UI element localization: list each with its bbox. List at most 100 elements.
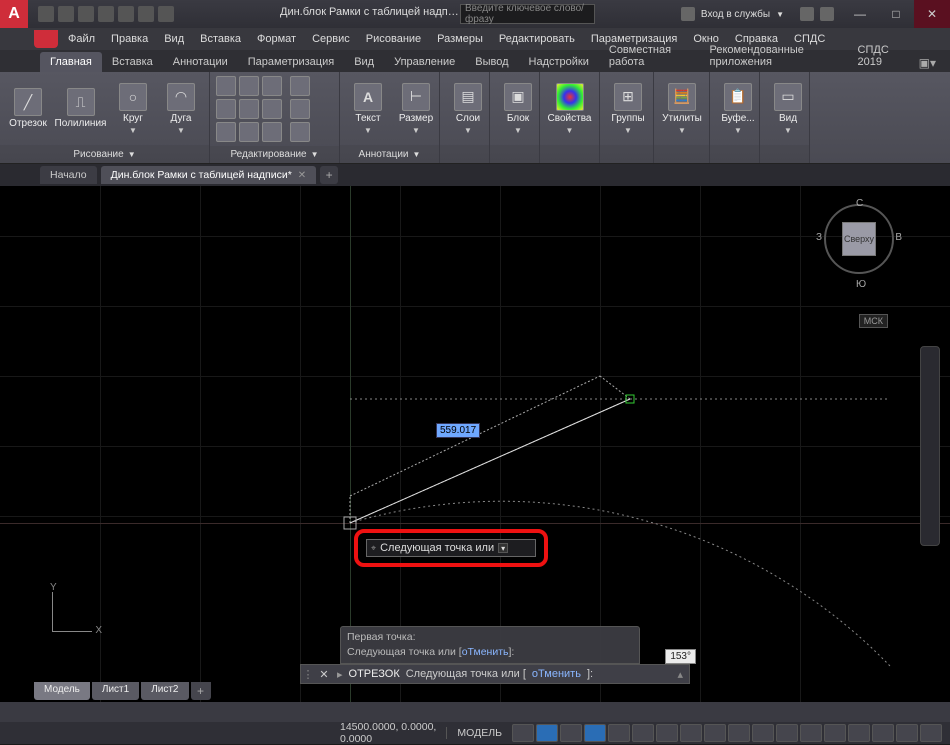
tool-explode-icon[interactable] (290, 99, 310, 119)
qat-plot-icon[interactable] (118, 6, 134, 22)
otrack-toggle-icon[interactable] (632, 724, 654, 742)
tool-copy-icon[interactable] (216, 99, 236, 119)
tool-move-icon[interactable] (216, 76, 236, 96)
tool-scale-icon[interactable] (239, 122, 259, 142)
tool-text-button[interactable]: AТекст▼ (346, 81, 390, 137)
help-icon[interactable] (820, 7, 834, 21)
navigation-bar[interactable] (920, 346, 940, 546)
polar-toggle-icon[interactable] (584, 724, 606, 742)
hardware-accel-icon[interactable] (872, 724, 894, 742)
panel-title-modify[interactable]: Редактирование▼ (210, 146, 339, 163)
tool-mirror-icon[interactable] (239, 99, 259, 119)
tool-groups-button[interactable]: ⊞Группы▼ (606, 81, 650, 137)
layout-tab-model[interactable]: Модель (34, 682, 90, 700)
menu-format[interactable]: Формат (249, 30, 304, 48)
dynamic-input[interactable]: ⌖ Следующая точка или ▾ (366, 539, 536, 557)
menu-insert[interactable]: Вставка (192, 30, 249, 48)
ribbon-tab-view[interactable]: Вид (344, 52, 384, 72)
tool-arc-button[interactable]: ◠Дуга▼ (159, 81, 203, 137)
grid-toggle-icon[interactable] (512, 724, 534, 742)
osnap-toggle-icon[interactable] (608, 724, 630, 742)
tool-fillet-icon[interactable] (262, 99, 282, 119)
drag-handle-icon[interactable]: ⋮ (301, 668, 315, 681)
tool-erase-icon[interactable] (290, 76, 310, 96)
lineweight-toggle-icon[interactable] (656, 724, 678, 742)
sign-in-button[interactable]: Вход в службы ▼ (673, 7, 792, 21)
qat-saveas-icon[interactable] (98, 6, 114, 22)
ribbon-tab-addins[interactable]: Надстройки (519, 52, 599, 72)
menu-modify[interactable]: Редактировать (491, 30, 583, 48)
maximize-button[interactable]: □ (878, 0, 914, 28)
command-history[interactable]: Первая точка: Следующая точка или [оТмен… (340, 626, 640, 664)
ribbon-tab-insert[interactable]: Вставка (102, 52, 163, 72)
menu-edit[interactable]: Правка (103, 30, 156, 48)
ribbon-tab-param[interactable]: Параметризация (238, 52, 344, 72)
ribbon-tab-output[interactable]: Вывод (465, 52, 518, 72)
ucs-icon[interactable]: Y X (42, 582, 102, 642)
app-icon[interactable]: A (0, 0, 28, 28)
workspace-icon[interactable] (752, 724, 774, 742)
close-cmd-icon[interactable]: ✕ (315, 668, 333, 681)
drawing-canvas[interactable]: /* grid drawn via JS below would be heav… (0, 186, 950, 702)
view-cube[interactable]: Сверху С Ю З В (824, 204, 894, 274)
tool-properties-button[interactable]: Свойства▼ (546, 81, 593, 137)
menu-tools[interactable]: Сервис (304, 30, 358, 48)
close-icon[interactable]: ✕ (298, 170, 306, 181)
annoscale-icon[interactable] (728, 724, 750, 742)
units-icon[interactable] (800, 724, 822, 742)
doc-tab-current[interactable]: Дин.блок Рамки с таблицей надписи*✕ (101, 166, 317, 184)
coordinates-readout[interactable]: 14500.0000, 0.0000, 0.0000 (0, 721, 446, 745)
ribbon-collapse-button[interactable]: ▣▾ (915, 54, 940, 72)
transparency-toggle-icon[interactable] (680, 724, 702, 742)
recent-commands-icon[interactable]: ▴ (677, 668, 689, 681)
exchange-icon[interactable] (800, 7, 814, 21)
tool-dimension-button[interactable]: ⊢Размер▼ (394, 81, 438, 137)
qat-new-icon[interactable] (38, 6, 54, 22)
qat-undo-icon[interactable] (138, 6, 154, 22)
panel-title-draw[interactable]: Рисование▼ (0, 145, 209, 163)
tool-array-icon[interactable] (262, 122, 282, 142)
qat-open-icon[interactable] (58, 6, 74, 22)
menu-draw[interactable]: Рисование (358, 30, 429, 48)
space-label[interactable]: МОДЕЛЬ (446, 727, 512, 739)
menu-dim[interactable]: Размеры (429, 30, 491, 48)
panel-title-annot[interactable]: Аннотации▼ (340, 145, 439, 163)
annomonitor-icon[interactable] (776, 724, 798, 742)
cycling-toggle-icon[interactable] (704, 724, 726, 742)
tool-block-button[interactable]: ▣Блок▼ (496, 81, 540, 137)
doc-tab-start[interactable]: Начало (40, 166, 97, 184)
isolate-icon[interactable] (848, 724, 870, 742)
tool-polyline-button[interactable]: ⎍Полилиния (54, 86, 107, 131)
ribbon-tab-home[interactable]: Главная (40, 52, 102, 72)
dynamic-dimension[interactable]: 559.017 (436, 423, 480, 438)
qat-redo-icon[interactable] (158, 6, 174, 22)
tool-utilities-button[interactable]: 🧮Утилиты▼ (660, 81, 704, 137)
new-tab-button[interactable]: + (320, 166, 338, 184)
ribbon-tab-manage[interactable]: Управление (384, 52, 465, 72)
tool-stretch-icon[interactable] (216, 122, 236, 142)
snap-toggle-icon[interactable] (536, 724, 558, 742)
tool-circle-button[interactable]: ○Круг▼ (111, 81, 155, 137)
close-button[interactable]: ✕ (914, 0, 950, 28)
customize-icon[interactable] (920, 724, 942, 742)
qat-save-icon[interactable] (78, 6, 94, 22)
ribbon-tab-spds[interactable]: СПДС 2019 (848, 40, 915, 72)
tool-clipboard-button[interactable]: 📋Буфе...▼ (716, 81, 760, 137)
ribbon-tab-collab[interactable]: Совместная работа (599, 40, 700, 72)
menu-file[interactable]: Файл (60, 30, 103, 48)
ortho-toggle-icon[interactable] (560, 724, 582, 742)
command-line[interactable]: ⋮ ✕ ▸ ОТРЕЗОК Следующая точка или [оТмен… (300, 664, 690, 684)
tool-layers-button[interactable]: ▤Слои▼ (446, 81, 490, 137)
layout-tab-sheet1[interactable]: Лист1 (92, 682, 139, 700)
quickprops-icon[interactable] (824, 724, 846, 742)
layout-tab-sheet2[interactable]: Лист2 (141, 682, 188, 700)
tool-rotate-icon[interactable] (239, 76, 259, 96)
tool-trim-icon[interactable] (262, 76, 282, 96)
app-menu-dropdown[interactable] (34, 30, 58, 48)
ribbon-tab-featured[interactable]: Рекомендованные приложения (700, 40, 848, 72)
menu-view[interactable]: Вид (156, 30, 192, 48)
wcs-label[interactable]: МСК (859, 314, 888, 328)
options-icon[interactable]: ▾ (498, 543, 508, 553)
tool-line-button[interactable]: ╱Отрезок (6, 86, 50, 131)
ribbon-tab-annot[interactable]: Аннотации (163, 52, 238, 72)
